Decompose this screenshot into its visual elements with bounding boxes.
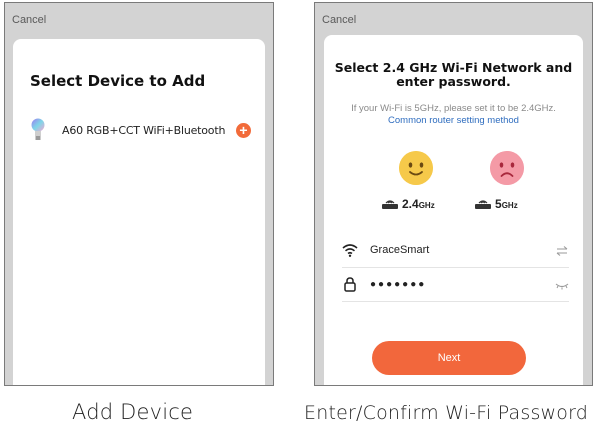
wifi-ssid-value: GraceSmart — [370, 244, 430, 256]
router-settings-link[interactable]: Common router setting method — [324, 115, 583, 126]
wifi-password-value: ●●●●●●● — [370, 279, 427, 290]
band-5-unit: GHz — [501, 201, 518, 210]
wifi-ssid-field[interactable]: GraceSmart — [342, 237, 569, 267]
title-line-2: enter password. — [396, 74, 511, 89]
device-list-card: Select Device to Add A60 RGB+CCT WiFi+Bl… — [13, 39, 265, 385]
switch-network-icon[interactable] — [555, 245, 569, 257]
band-2-4-unit: GHz — [418, 201, 435, 210]
device-list-item[interactable]: A60 RGB+CCT WiFi+Bluetooth + — [31, 117, 255, 145]
wifi-password-screen: Cancel Select 2.4 GHz Wi-Fi Network and … — [314, 2, 593, 386]
hide-password-icon[interactable] — [555, 279, 569, 291]
title-line-1: Select 2.4 GHz Wi-Fi Network and — [334, 60, 573, 75]
page-title: Select Device to Add — [30, 72, 206, 90]
smile-face-icon — [399, 151, 433, 185]
cancel-button[interactable]: Cancel — [12, 14, 46, 26]
router-icon — [382, 200, 398, 209]
next-button[interactable]: Next — [372, 341, 526, 375]
lock-icon — [344, 277, 356, 292]
divider — [342, 267, 569, 268]
router-icon — [475, 200, 491, 209]
wifi-password-field[interactable]: ●●●●●●● — [342, 271, 569, 301]
sad-face-icon — [490, 151, 524, 185]
wifi-icon — [342, 244, 358, 257]
page-title: Select 2.4 GHz Wi-Fi Network and enter p… — [324, 61, 583, 89]
bulb-icon — [31, 118, 45, 140]
add-device-screen: Cancel Select Device to Add A60 RGB+CCT … — [4, 2, 274, 386]
band-hint: If your Wi-Fi is 5GHz, please set it to … — [351, 103, 556, 114]
band-2-4-label: 2.4GHz — [402, 197, 435, 211]
wifi-form-card: Select 2.4 GHz Wi-Fi Network and enter p… — [324, 35, 583, 385]
device-name: A60 RGB+CCT WiFi+Bluetooth — [62, 124, 226, 137]
cancel-button[interactable]: Cancel — [322, 14, 356, 26]
band-2-4-value: 2.4 — [402, 197, 419, 211]
band-5-label: 5GHz — [495, 197, 518, 211]
caption-add-device: Add Device — [72, 400, 194, 424]
band-5-value: 5 — [495, 197, 502, 211]
divider — [342, 301, 569, 302]
caption-enter-wifi: Enter/Confirm Wi-Fi Password — [304, 402, 589, 424]
plus-icon[interactable]: + — [236, 123, 251, 138]
